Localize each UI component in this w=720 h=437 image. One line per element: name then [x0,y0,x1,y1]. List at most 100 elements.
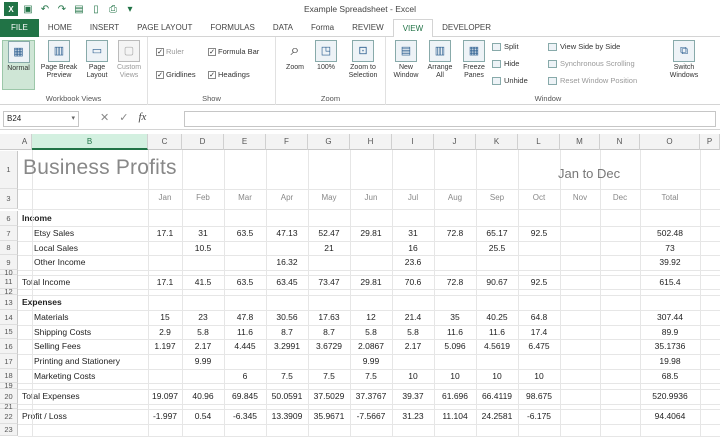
value-cell[interactable]: 15 [148,312,182,322]
value-cell[interactable]: 0.54 [182,411,224,421]
column-header-j[interactable]: J [434,134,476,150]
column-header-m[interactable]: M [560,134,600,150]
value-cell[interactable]: 68.5 [640,371,700,381]
value-cell[interactable]: 25.5 [476,243,518,253]
value-cell[interactable]: 52.47 [308,228,350,238]
month-header-feb[interactable]: Feb [182,193,224,202]
row-label[interactable]: Total Expenses [22,391,80,401]
value-cell[interactable]: 19.097 [148,391,182,401]
value-cell[interactable]: 30.56 [266,312,308,322]
value-cell[interactable]: 21.4 [392,312,434,322]
value-cell[interactable]: 5.096 [434,341,476,351]
value-cell[interactable]: 37.5029 [308,391,350,401]
tab-developer[interactable]: DEVELOPER [433,19,500,37]
row-header-8[interactable]: 8 [0,241,18,255]
name-box-dropdown-icon[interactable]: ▾ [71,112,75,126]
value-cell[interactable]: 19.98 [640,356,700,366]
zoom-button[interactable]: ⌕ Zoom [280,40,310,72]
value-cell[interactable]: 24.2581 [476,411,518,421]
zoom-to-selection-button[interactable]: ⊡ Zoom to Selection [342,40,384,80]
value-cell[interactable]: 10 [392,371,434,381]
value-cell[interactable]: -1.997 [148,411,182,421]
column-header-l[interactable]: L [518,134,560,150]
value-cell[interactable]: 17.1 [148,228,182,238]
month-header-jan[interactable]: Jan [148,193,182,202]
normal-view-button[interactable]: ▦ Normal [2,40,35,90]
row-label[interactable]: Expenses [22,297,62,307]
value-cell[interactable]: 69.845 [224,391,266,401]
value-cell[interactable]: 4.5619 [476,341,518,351]
value-cell[interactable]: 35 [434,312,476,322]
value-cell[interactable]: 64.8 [518,312,560,322]
value-cell[interactable]: 8.7 [308,327,350,337]
value-cell[interactable]: 90.67 [476,277,518,287]
row-label[interactable]: Printing and Stationery [34,356,120,366]
row-header-22[interactable]: 22 [0,409,18,424]
value-cell[interactable]: 11.6 [224,327,266,337]
column-header-e[interactable]: E [224,134,266,150]
row-label[interactable]: Materials [34,312,68,322]
value-cell[interactable]: 4.445 [224,341,266,351]
value-cell[interactable]: 2.0867 [350,341,392,351]
value-cell[interactable]: 50.0591 [266,391,308,401]
value-cell[interactable]: 72.8 [434,228,476,238]
value-cell[interactable]: 16 [392,243,434,253]
value-cell[interactable]: 10 [476,371,518,381]
month-header-mar[interactable]: Mar [224,193,266,202]
value-cell[interactable]: 3.6729 [308,341,350,351]
formula-input[interactable] [184,111,716,127]
value-cell[interactable]: 10.5 [182,243,224,253]
column-header-a[interactable]: A [18,134,32,150]
value-cell[interactable]: 7.5 [308,371,350,381]
month-header-aug[interactable]: Aug [434,193,476,202]
tab-view[interactable]: VIEW [392,19,434,38]
value-cell[interactable]: 70.6 [392,277,434,287]
page-layout-button[interactable]: ▭ Page Layout [82,40,112,80]
gridlines-checkbox[interactable]: ✓ Gridlines [156,70,196,79]
tab-file[interactable]: FILE [0,19,39,37]
row-label[interactable]: Selling Fees [34,341,81,351]
page-break-preview-button[interactable]: ▥ Page Break Preview [36,40,82,80]
value-cell[interactable]: 2.9 [148,327,182,337]
column-header-h[interactable]: H [350,134,392,150]
row-label[interactable]: Total Income [22,277,70,287]
tab-forma[interactable]: Forma [302,19,343,37]
column-header-d[interactable]: D [182,134,224,150]
value-cell[interactable]: 307.44 [640,312,700,322]
value-cell[interactable]: 7.5 [350,371,392,381]
value-cell[interactable]: 12 [350,312,392,322]
value-cell[interactable]: 29.81 [350,228,392,238]
formula-bar-checkbox[interactable]: ✓ Formula Bar [208,47,259,56]
column-header-c[interactable]: C [148,134,182,150]
ruler-checkbox[interactable]: ✓ Ruler [156,47,184,56]
value-cell[interactable]: 6.475 [518,341,560,351]
value-cell[interactable]: 94.4064 [640,411,700,421]
value-cell[interactable]: 2.17 [392,341,434,351]
value-cell[interactable]: 13.3909 [266,411,308,421]
tab-data[interactable]: DATA [264,19,302,37]
date-range-label[interactable]: Jan to Dec [558,166,620,181]
column-header-o[interactable]: O [640,134,700,150]
row-label[interactable]: Etsy Sales [34,228,74,238]
value-cell[interactable]: 35.1736 [640,341,700,351]
column-header-n[interactable]: N [600,134,640,150]
row-label[interactable]: Marketing Costs [34,371,95,381]
tab-home[interactable]: HOME [39,19,81,37]
value-cell[interactable]: 502.48 [640,228,700,238]
value-cell[interactable]: 9.99 [182,356,224,366]
value-cell[interactable]: 5.8 [392,327,434,337]
column-header-g[interactable]: G [308,134,350,150]
value-cell[interactable]: 41.5 [182,277,224,287]
column-header-b[interactable]: B [32,134,148,150]
value-cell[interactable]: 63.45 [266,277,308,287]
view-side-by-side-button[interactable]: View Side by Side [548,42,620,51]
value-cell[interactable]: 17.4 [518,327,560,337]
unhide-button[interactable]: Unhide [492,76,528,85]
sheet-title[interactable]: Business Profits [23,156,177,180]
value-cell[interactable]: 23 [182,312,224,322]
row-label[interactable]: Income [22,213,52,223]
value-cell[interactable]: 23.6 [392,257,434,267]
value-cell[interactable]: 39.92 [640,257,700,267]
value-cell[interactable]: 3.2991 [266,341,308,351]
row-label[interactable]: Other Income [34,257,86,267]
